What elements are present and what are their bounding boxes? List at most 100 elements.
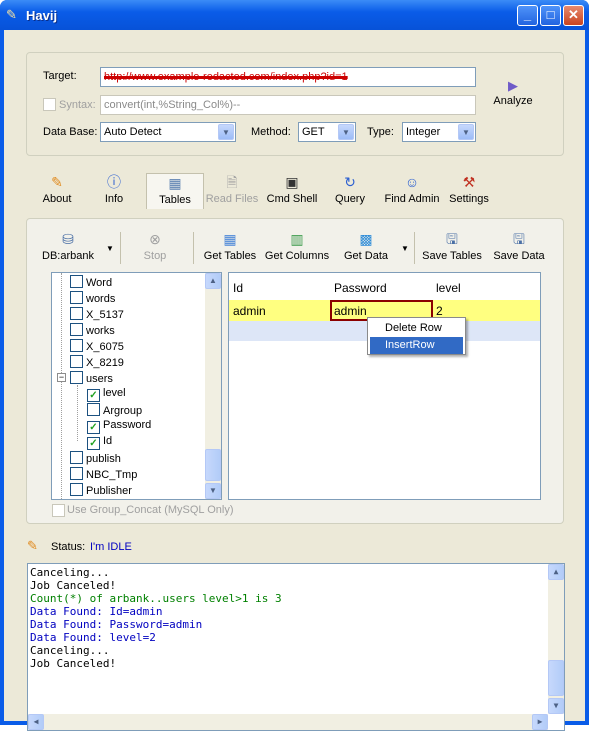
- log-line: Data Found: level=2: [30, 631, 156, 644]
- get-columns-label: Get Columns: [264, 250, 330, 262]
- tab-tables[interactable]: ▦ Tables: [146, 173, 204, 209]
- table-cell[interactable]: admin: [334, 304, 367, 318]
- tab-label: Query: [335, 193, 365, 205]
- get-tables-button[interactable]: ▦ Get Tables: [202, 230, 258, 266]
- tree-item[interactable]: Publisher: [70, 483, 132, 499]
- tab-query[interactable]: ↻ Query: [321, 173, 379, 209]
- scroll-left-icon[interactable]: ◀: [28, 714, 44, 730]
- save-tables-button[interactable]: 🖫 Save Tables: [420, 230, 484, 266]
- analyze-button[interactable]: ▶ Analyze: [488, 78, 538, 114]
- carrot-icon: ✎: [6, 7, 17, 22]
- tree-checkbox[interactable]: [70, 339, 83, 352]
- chevron-down-icon[interactable]: ▼: [106, 244, 114, 253]
- collapse-icon[interactable]: −: [57, 373, 66, 382]
- tree-checkbox[interactable]: [70, 451, 83, 464]
- tree-item[interactable]: ✓ Id: [87, 435, 112, 451]
- tree-item[interactable]: words: [70, 291, 115, 307]
- tree-checkbox[interactable]: [70, 355, 83, 368]
- group-concat-label: Use Group_Concat (MySQL Only): [67, 504, 234, 516]
- target-input[interactable]: http://www.example-redacted.com/index.ph…: [100, 67, 476, 87]
- log-vertical-scrollbar[interactable]: ▲ ▼: [548, 564, 564, 714]
- tree-checkbox[interactable]: [70, 323, 83, 336]
- tree-item-label: X_5137: [86, 309, 124, 321]
- method-select[interactable]: GET ▼: [298, 122, 356, 142]
- column-header[interactable]: Id: [233, 281, 243, 295]
- tab-cmd-shell[interactable]: ▣ Cmd Shell: [263, 173, 321, 209]
- tree-checkbox[interactable]: ✓: [87, 421, 100, 434]
- get-data-button[interactable]: ▩ Get Data: [338, 230, 394, 266]
- tab-label: Read Files: [205, 193, 259, 205]
- get-tables-label: Get Tables: [203, 250, 257, 262]
- tree-checkbox[interactable]: [70, 371, 83, 384]
- save-icon: 🖫: [513, 231, 525, 247]
- column-header[interactable]: Password: [334, 281, 387, 295]
- log-horizontal-scrollbar[interactable]: ◀ ▶: [28, 714, 548, 730]
- group-concat-checkbox[interactable]: [52, 504, 65, 517]
- scroll-down-icon[interactable]: ▼: [205, 483, 221, 499]
- tab-about[interactable]: ✎ About: [28, 173, 86, 209]
- tree-item[interactable]: NBC_Tmp: [70, 467, 137, 483]
- tab-settings[interactable]: ⚒ Settings: [440, 173, 498, 209]
- tree-item[interactable]: X_6075: [70, 339, 124, 355]
- tab-read-files[interactable]: 🗎 Read Files: [203, 173, 261, 209]
- table-icon: ▦: [223, 231, 237, 247]
- tree-item[interactable]: users: [70, 371, 113, 387]
- tree-checkbox[interactable]: [87, 403, 100, 416]
- close-button[interactable]: ✕: [563, 5, 584, 26]
- tree-item[interactable]: Argroup: [87, 403, 142, 419]
- tables-tree[interactable]: − Word words X_5137 works X_6075 X_8219 …: [51, 272, 222, 500]
- scroll-up-icon[interactable]: ▲: [205, 273, 221, 289]
- tree-scrollbar[interactable]: ▲ ▼: [205, 273, 221, 499]
- db-select-button[interactable]: ⛁ DB:arbank: [36, 230, 100, 266]
- type-select[interactable]: Integer ▼: [402, 122, 476, 142]
- data-grid[interactable]: Id Password level admin admin 2: [228, 272, 541, 500]
- tree-checkbox[interactable]: ✓: [87, 389, 100, 402]
- column-header[interactable]: level: [436, 281, 461, 295]
- syntax-checkbox[interactable]: [43, 98, 56, 111]
- tree-item-label: publish: [86, 453, 121, 465]
- database-label: Data Base:: [43, 126, 98, 138]
- scroll-right-icon[interactable]: ▶: [532, 714, 548, 730]
- database-select[interactable]: Auto Detect ▼: [100, 122, 236, 142]
- scroll-thumb[interactable]: [548, 660, 564, 696]
- scroll-thumb[interactable]: [205, 449, 221, 481]
- maximize-button[interactable]: □: [540, 5, 561, 26]
- target-value: http://www.example-redacted.com/index.ph…: [104, 71, 348, 83]
- table-cell[interactable]: admin: [233, 304, 266, 318]
- get-columns-button[interactable]: ▥ Get Columns: [264, 230, 330, 266]
- tree-item[interactable]: X_5137: [70, 307, 124, 323]
- menu-item-delete-row[interactable]: Delete Row: [370, 320, 463, 337]
- tree-checkbox[interactable]: [70, 275, 83, 288]
- tree-item[interactable]: ✓ Password: [87, 419, 151, 435]
- tree-checkbox[interactable]: [70, 307, 83, 320]
- target-label: Target:: [43, 70, 77, 82]
- tab-info[interactable]: ⓘ Info: [85, 173, 143, 209]
- tree-item[interactable]: Word: [70, 275, 112, 291]
- save-data-button[interactable]: 🖫 Save Data: [490, 230, 548, 266]
- table-cell[interactable]: 2: [436, 304, 443, 318]
- log-output[interactable]: Canceling... Job Canceled! Count(*) of a…: [27, 563, 565, 731]
- status-value: I'm IDLE: [90, 541, 132, 553]
- chevron-down-icon[interactable]: ▼: [401, 244, 409, 253]
- tree-item[interactable]: works: [70, 323, 115, 339]
- menu-item-insert-row[interactable]: InsertRow: [370, 337, 463, 354]
- tree-checkbox[interactable]: [70, 291, 83, 304]
- chevron-down-icon: ▼: [458, 124, 474, 140]
- stop-button[interactable]: ⊗ Stop: [130, 230, 180, 266]
- tree-item[interactable]: X_8219: [70, 355, 124, 371]
- tree-item[interactable]: publish: [70, 451, 121, 467]
- syntax-input[interactable]: convert(int,%String_Col%)--: [100, 95, 476, 115]
- tab-find-admin[interactable]: ☺ Find Admin: [380, 173, 444, 209]
- tree-item[interactable]: ✓ level: [87, 387, 126, 403]
- title-bar[interactable]: ✎ Havij _ □ ✕: [0, 0, 589, 30]
- tab-label: About: [42, 193, 72, 205]
- stop-label: Stop: [143, 250, 167, 262]
- tab-label: Cmd Shell: [266, 193, 318, 205]
- tree-checkbox[interactable]: [70, 467, 83, 480]
- tree-checkbox[interactable]: ✓: [87, 437, 100, 450]
- tree-item-label: Argroup: [103, 405, 143, 417]
- scroll-down-icon[interactable]: ▼: [548, 698, 564, 714]
- minimize-button[interactable]: _: [517, 5, 538, 26]
- scroll-up-icon[interactable]: ▲: [548, 564, 564, 580]
- tree-checkbox[interactable]: [70, 483, 83, 496]
